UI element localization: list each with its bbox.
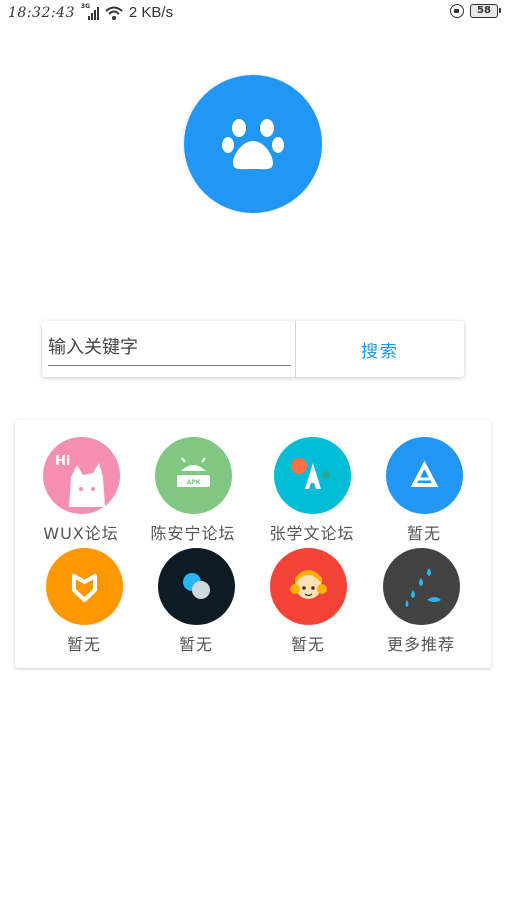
svg-text:APK: APK [186, 479, 200, 486]
android-apk-icon: APK [154, 437, 232, 514]
wifi-icon [105, 6, 123, 20]
forum-grid: Hi WUX论坛 APK 陈安宁论坛 张学文论坛 暂无 暂无 暂无 暂无 更多推… [15, 420, 491, 668]
heart-shield-icon [45, 548, 123, 625]
letter-a-icon [273, 437, 351, 514]
forum-label: 暂无 [406, 524, 441, 543]
battery-icon: 58 [470, 4, 501, 18]
triangle-icon [385, 437, 463, 514]
forum-item[interactable]: APK 陈安宁论坛 [137, 437, 249, 544]
signal-icon: 3G [81, 3, 99, 20]
network-speed: 2 KB/s [128, 4, 174, 21]
forum-item[interactable]: 暂无 [28, 548, 140, 655]
overlapping-circles-icon [157, 548, 235, 625]
app-logo [184, 75, 322, 213]
forum-label: 陈安宁论坛 [150, 524, 236, 543]
status-time: 18:32:43 [8, 4, 75, 21]
forum-item[interactable]: 张学文论坛 [256, 437, 368, 544]
forum-label: WUX论坛 [43, 524, 119, 543]
forum-item[interactable]: 暂无 [252, 548, 364, 655]
forum-label: 暂无 [66, 635, 101, 654]
paw-icon [222, 119, 284, 170]
forum-label: 暂无 [290, 635, 325, 654]
forum-item[interactable]: Hi WUX论坛 [25, 437, 137, 544]
forum-label: 张学文论坛 [269, 524, 355, 543]
wux-cat-icon: Hi [42, 437, 120, 514]
search-bar: 搜索 [42, 321, 464, 377]
search-input[interactable] [48, 329, 291, 366]
forum-label: 更多推荐 [386, 635, 455, 654]
water-drops-icon [382, 548, 460, 625]
status-bar: 18:32:43 3G 2 KB/s 58 [0, 0, 506, 26]
forum-item[interactable]: 暂无 [368, 437, 480, 544]
svg-text:Hi: Hi [55, 454, 70, 469]
forum-item[interactable]: 暂无 [140, 548, 252, 655]
forum-label: 暂无 [178, 635, 213, 654]
rotation-lock-icon [450, 4, 464, 18]
anime-girl-icon [269, 548, 347, 625]
search-button[interactable]: 搜索 [296, 321, 464, 377]
forum-item[interactable]: 更多推荐 [365, 548, 477, 655]
